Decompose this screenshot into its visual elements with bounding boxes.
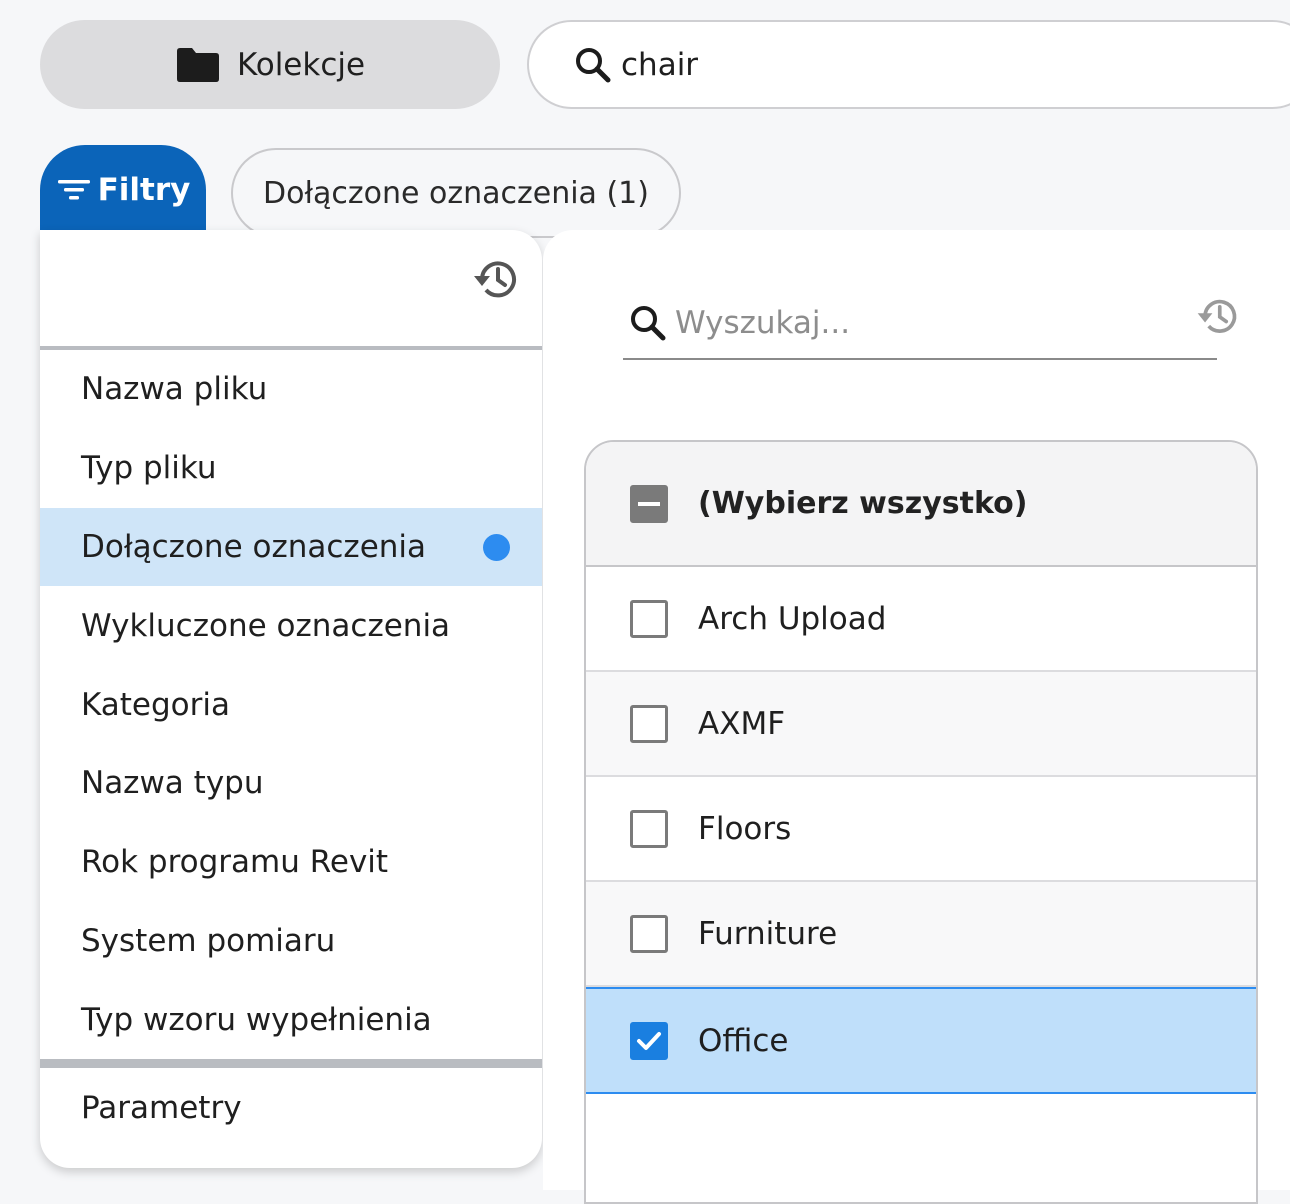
category-item-included-tags[interactable]: Dołączone oznaczenia (40, 507, 542, 587)
category-item-label: Kategoria (81, 686, 231, 723)
value-label: Arch Upload (698, 600, 887, 637)
value-checkbox[interactable] (630, 1021, 668, 1060)
filter-icon (57, 180, 90, 200)
search-icon (631, 306, 666, 341)
history-icon[interactable] (470, 256, 520, 302)
filters-button[interactable]: Filtry (40, 145, 206, 235)
value-search-input[interactable] (675, 305, 1175, 341)
value-checkbox[interactable] (630, 599, 668, 638)
category-item-label: Parametry (81, 1090, 242, 1126)
category-item-fill-pattern-type[interactable]: Typ wzoru wypełnienia (40, 980, 542, 1059)
category-item-excluded-tags[interactable]: Wykluczone oznaczenia (40, 586, 542, 665)
value-row-arch-upload[interactable]: Arch Upload (586, 567, 1256, 672)
category-item-file-name[interactable]: Nazwa pliku (40, 350, 542, 429)
category-item-label: Nazwa pliku (81, 371, 268, 408)
values-list: (Wybierz wszystko) Arch Upload AXMF Floo… (584, 440, 1258, 1204)
history-icon[interactable] (1194, 294, 1240, 338)
collections-label: Kolekcje (236, 46, 366, 83)
category-list: Nazwa pliku Typ pliku Dołączone oznaczen… (40, 350, 542, 1059)
category-item-label: Typ wzoru wypełnienia (81, 1001, 432, 1038)
value-label: Office (698, 1022, 789, 1059)
category-item-label: Dołączone oznaczenia (81, 528, 427, 565)
value-label: Furniture (698, 915, 838, 952)
category-item-file-type[interactable]: Typ pliku (40, 429, 542, 508)
category-item-label: Rok programu Revit (81, 844, 389, 881)
value-label: AXMF (698, 705, 786, 742)
checkmark-icon (637, 1031, 661, 1050)
value-checkbox[interactable] (630, 914, 668, 953)
value-row-furniture[interactable]: Furniture (586, 882, 1256, 987)
select-all-checkbox[interactable] (630, 484, 668, 523)
category-item-type-name[interactable]: Nazwa typu (40, 744, 542, 823)
value-row-office[interactable]: Office (586, 987, 1256, 1094)
value-checkbox[interactable] (630, 809, 668, 848)
value-label: Floors (698, 810, 792, 847)
value-row-floors[interactable]: Floors (586, 777, 1256, 882)
main-search-field[interactable] (527, 20, 1290, 109)
category-item-label: System pomiaru (81, 922, 336, 959)
category-item-label: Wykluczone oznaczenia (81, 607, 451, 644)
category-item-label: Typ pliku (81, 450, 217, 487)
category-item-label: Nazwa typu (81, 765, 264, 802)
search-icon (576, 47, 611, 82)
value-checkbox[interactable] (630, 704, 668, 743)
category-item-parameters[interactable]: Parametry (40, 1068, 542, 1148)
filters-label: Filtry (97, 172, 191, 208)
main-search-input[interactable] (621, 46, 1221, 83)
active-filter-chip[interactable]: Dołączone oznaczenia (1) (231, 148, 681, 238)
value-search-field[interactable] (623, 288, 1217, 360)
active-filter-dot (483, 533, 510, 561)
collections-button[interactable]: Kolekcje (40, 20, 500, 109)
folder-icon (176, 47, 219, 82)
active-filter-chip-label: Dołączone oznaczenia (1) (263, 175, 649, 211)
value-row-axmf[interactable]: AXMF (586, 672, 1256, 777)
panel-divider (40, 1059, 542, 1068)
category-item-revit-year[interactable]: Rok programu Revit (40, 823, 542, 902)
category-item-measurement-system[interactable]: System pomiaru (40, 902, 542, 981)
select-all-label: (Wybierz wszystko) (698, 486, 1028, 521)
filter-values-panel: (Wybierz wszystko) Arch Upload AXMF Floo… (543, 230, 1290, 1204)
category-item-category[interactable]: Kategoria (40, 665, 542, 744)
filter-category-panel: Nazwa pliku Typ pliku Dołączone oznaczen… (40, 230, 542, 1168)
select-all-row[interactable]: (Wybierz wszystko) (586, 442, 1256, 567)
